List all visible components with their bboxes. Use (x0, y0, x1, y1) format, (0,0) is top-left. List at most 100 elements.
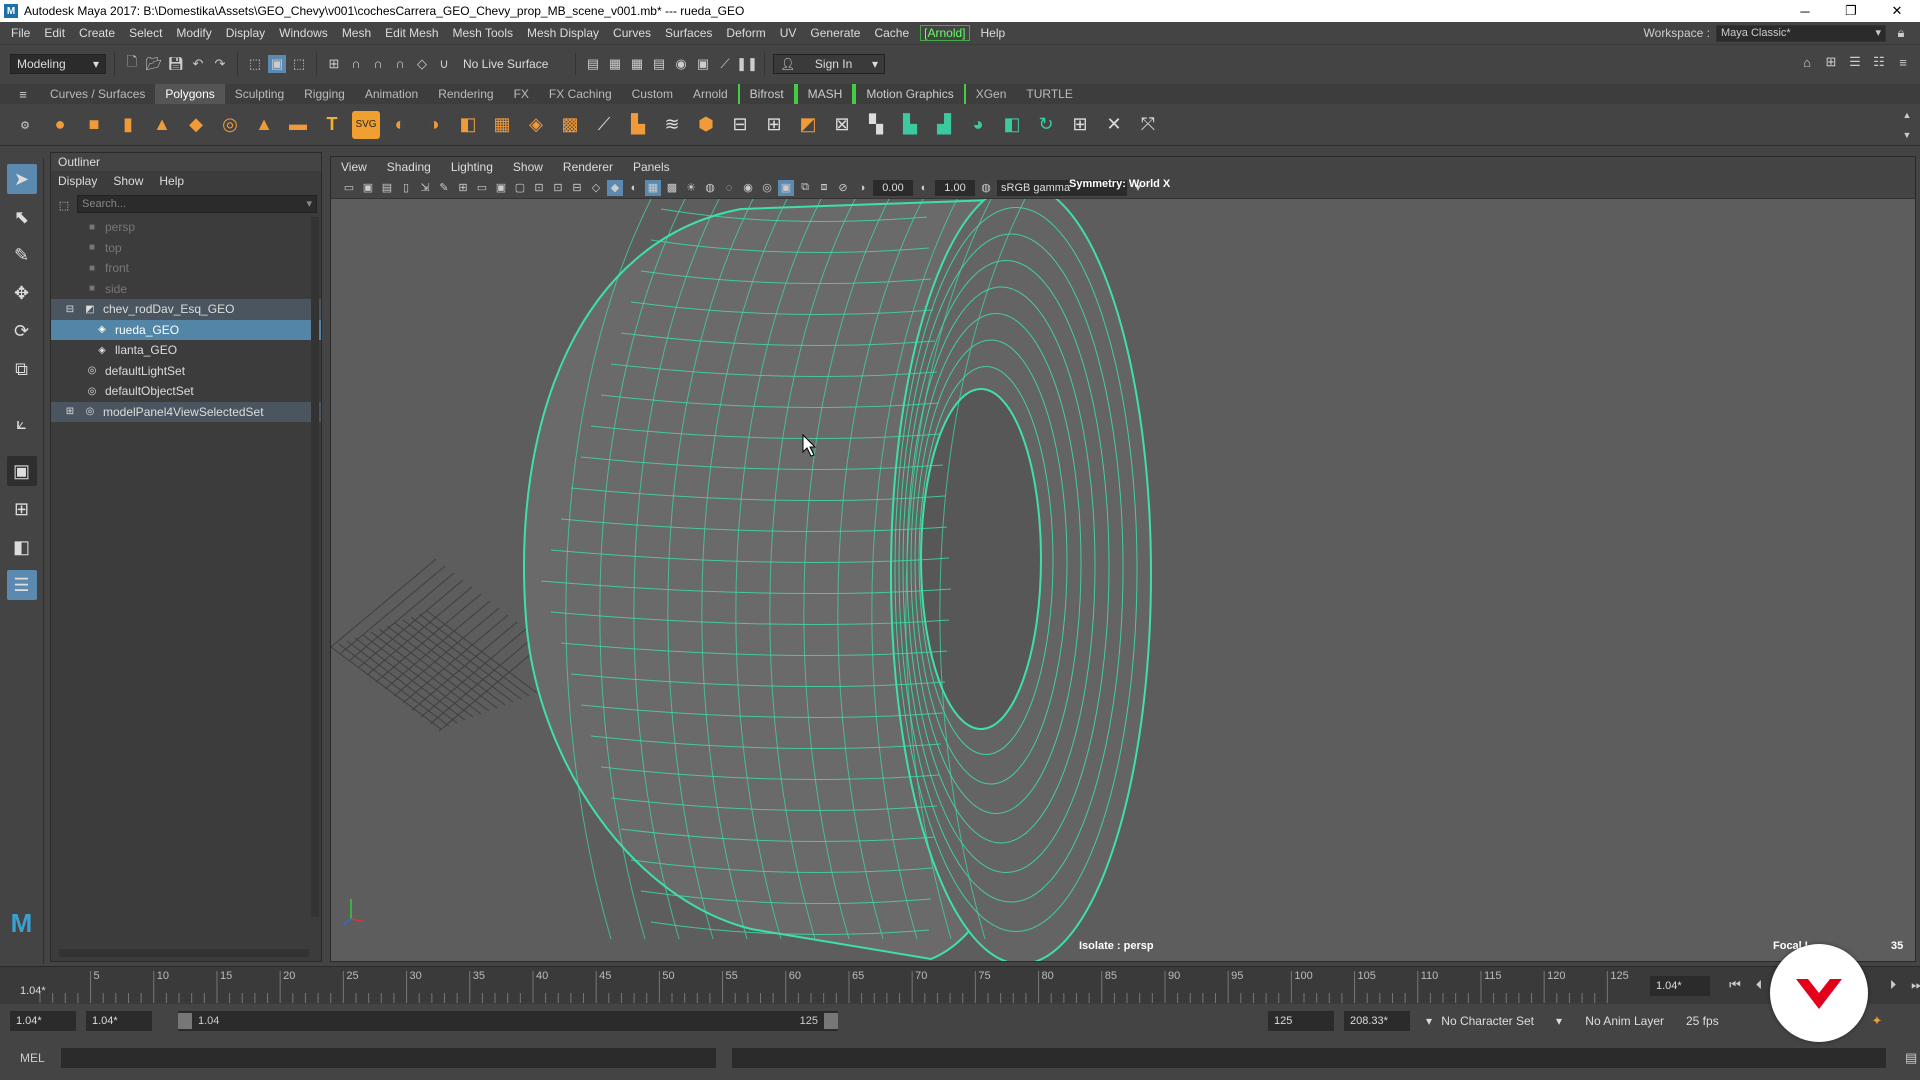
layer-editor-toggle-icon[interactable]: ≡ (1894, 53, 1912, 71)
tire-mesh-wireframe[interactable] (523, 199, 1152, 962)
viewport-menu-lighting[interactable]: Lighting (451, 160, 493, 174)
xray-icon[interactable]: ⧉ (797, 180, 813, 196)
channel-box-toggle-icon[interactable]: ☷ (1870, 53, 1888, 71)
anim-start-field[interactable]: 1.04* (86, 1011, 152, 1031)
shelf-tab-bifrost[interactable]: Bifrost (737, 84, 796, 104)
outliner-menu-show[interactable]: Show (113, 174, 143, 188)
shelf-tab-polygons[interactable]: Polygons (155, 84, 225, 104)
menu-display[interactable]: Display (219, 26, 272, 40)
snap-grid-icon[interactable]: ⊞ (325, 55, 343, 73)
outliner-item-side[interactable]: ■ side (51, 279, 321, 300)
menu-mesh-display[interactable]: Mesh Display (520, 26, 606, 40)
snap-point-icon[interactable]: ∩ (369, 55, 387, 73)
reduce-icon[interactable]: ⟋ (590, 111, 618, 139)
last-tool-icon[interactable]: ⟀ (7, 408, 37, 438)
grease-pencil-icon[interactable]: ✎ (436, 180, 452, 196)
sew-uv-icon[interactable]: ✕ (1100, 111, 1128, 139)
animation-preferences-icon[interactable]: ✦ (1868, 1012, 1886, 1030)
gamma-icon[interactable]: ◐ (916, 180, 932, 196)
menu-file[interactable]: File (4, 26, 37, 40)
snap-surface-icon[interactable]: ◇ (413, 55, 431, 73)
insert-edge-loop-icon[interactable]: ⊞ (760, 111, 788, 139)
minimize-button[interactable]: ─ (1782, 0, 1828, 22)
fps-dropdown[interactable]: 25 fps (1680, 1011, 1760, 1031)
use-all-lights-icon[interactable]: ☀ (683, 180, 699, 196)
undo-icon[interactable]: ↶ (189, 55, 207, 73)
range-start-handle[interactable] (178, 1013, 192, 1029)
shelf-tab-xgen[interactable]: XGen (966, 84, 1017, 104)
menu-mesh-tools[interactable]: Mesh Tools (446, 26, 520, 40)
svg-icon[interactable]: SVG (352, 110, 380, 139)
move-tool-icon[interactable]: ✥ (7, 278, 37, 308)
play-forward-icon[interactable]: ⏵︎ (1884, 976, 1902, 994)
shelf-scroll-down-icon[interactable]: ▼ (1898, 126, 1916, 144)
render-frame-icon[interactable]: ▦ (606, 55, 624, 73)
shelf-tab-turtle[interactable]: TURTLE (1016, 84, 1082, 104)
viewport-menu-renderer[interactable]: Renderer (563, 160, 613, 174)
shelf-tab-sculpting[interactable]: Sculpting (225, 84, 294, 104)
render-view-icon[interactable]: ▤ (584, 55, 602, 73)
outliner-item-top[interactable]: ■ top (51, 238, 321, 259)
poly-cylinder-icon[interactable]: ▮ (114, 111, 142, 139)
planar-mapping-icon[interactable]: ▙ (896, 111, 924, 139)
grid-icon[interactable]: ⊞ (455, 180, 471, 196)
safe-action-icon[interactable]: ⊡ (550, 180, 566, 196)
live-surface-field[interactable]: No Live Surface (457, 53, 567, 74)
select-camera-icon[interactable]: ▭ (341, 180, 357, 196)
select-tool-icon[interactable]: ➤ (6, 164, 37, 194)
viewport-scene[interactable] (331, 199, 1916, 962)
viewport-panel[interactable]: View Shading Lighting Show Renderer Pane… (330, 156, 1916, 962)
target-weld-icon[interactable]: ⊠ (828, 111, 856, 139)
automatic-mapping-icon[interactable]: ◧ (998, 111, 1026, 139)
menu-curves[interactable]: Curves (606, 26, 658, 40)
extract-icon[interactable]: ▦ (488, 111, 516, 139)
paint-select-icon[interactable]: ✎ (7, 240, 37, 270)
script-editor-icon[interactable]: ▤ (1902, 1049, 1920, 1067)
menu-surfaces[interactable]: Surfaces (658, 26, 719, 40)
shelf-tab-custom[interactable]: Custom (622, 84, 683, 104)
save-scene-icon[interactable]: 💾︎ (167, 55, 185, 73)
restore-button[interactable]: ❐ (1828, 0, 1874, 22)
workspace-dropdown[interactable]: Maya Classic* ▾ (1716, 24, 1886, 42)
menu-cache[interactable]: Cache (867, 26, 916, 40)
end-time-field[interactable]: 208.33* (1344, 1011, 1410, 1031)
menu-deform[interactable]: Deform (719, 26, 772, 40)
menu-uv[interactable]: UV (773, 26, 804, 40)
camera-attributes-icon[interactable]: ▣ (360, 180, 376, 196)
exposure-icon[interactable]: ◑ (854, 180, 870, 196)
wireframe-icon[interactable]: ◇ (588, 180, 604, 196)
ambient-occlusion-icon[interactable]: ◌ (721, 180, 737, 196)
select-object-icon[interactable]: ▣ (268, 54, 286, 73)
close-button[interactable]: ✕ (1874, 0, 1920, 22)
outliner-item-default-object-set[interactable]: ◎ defaultObjectSet (51, 381, 321, 402)
poly-plane-icon[interactable]: ◆ (182, 111, 210, 139)
command-language-label[interactable]: MEL (20, 1051, 45, 1065)
select-hierarchy-icon[interactable]: ⬚ (246, 55, 264, 73)
color-management-icon[interactable]: ◍ (978, 180, 994, 196)
go-to-end-icon[interactable]: ⏭︎ (1908, 976, 1920, 994)
filter-icon[interactable]: ⬚ (55, 196, 73, 214)
snap-curve-icon[interactable]: ∩ (347, 55, 365, 73)
single-view-icon[interactable]: ▣ (6, 456, 37, 486)
menu-generate[interactable]: Generate (803, 26, 867, 40)
shelf-tab-rigging[interactable]: Rigging (294, 84, 355, 104)
viewport-menu-shading[interactable]: Shading (387, 160, 431, 174)
go-to-start-icon[interactable]: ⏮︎ (1726, 976, 1744, 994)
bridge-icon[interactable]: ≋ (658, 111, 686, 139)
gate-mask-icon[interactable]: ▢ (512, 180, 528, 196)
start-time-field[interactable]: 1.04* (10, 1011, 76, 1031)
textured-icon[interactable]: ▩ (664, 180, 680, 196)
scale-tool-icon[interactable]: ⧉ (7, 354, 37, 384)
hypershade-icon[interactable]: ◉ (672, 55, 690, 73)
modeling-toolkit-toggle-icon[interactable]: ⌂ (1798, 53, 1816, 71)
shelf-tab-fx-caching[interactable]: FX Caching (539, 84, 622, 104)
cylindrical-mapping-icon[interactable]: ▟ (930, 111, 958, 139)
menu-arnold[interactable]: [Arnold] (920, 25, 970, 41)
range-end-handle[interactable] (824, 1013, 838, 1029)
boolean-icon[interactable]: ▩ (556, 111, 584, 139)
exposure-field[interactable]: 0.00 (873, 179, 913, 196)
shelf-tab-animation[interactable]: Animation (355, 84, 428, 104)
outliner-vertical-scrollbar[interactable] (311, 217, 319, 917)
gamma-field[interactable]: 1.00 (935, 179, 975, 196)
field-chart-icon[interactable]: ⊡ (531, 180, 547, 196)
